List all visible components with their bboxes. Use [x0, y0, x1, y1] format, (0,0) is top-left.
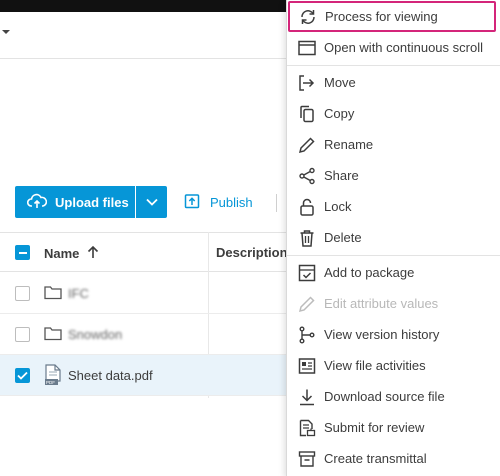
upload-files-label: Upload files — [55, 194, 129, 210]
upload-files-button[interactable]: Upload files — [15, 186, 135, 218]
row-label[interactable]: Snowdon — [68, 327, 122, 342]
menu-item-label: Add to package — [324, 265, 415, 280]
toolbar-divider — [276, 194, 277, 212]
column-name-label: Name — [44, 246, 80, 261]
menu-item-label: Process for viewing — [325, 9, 438, 24]
column-header-name[interactable]: Name — [44, 245, 99, 262]
menu-item-edit-attribute-values[interactable]: Edit attribute values — [287, 288, 500, 319]
pencil-icon — [297, 135, 317, 155]
arrow-up-icon — [87, 245, 99, 262]
menu-item-label: Submit for review — [324, 420, 425, 435]
svg-text:PDF: PDF — [46, 380, 55, 385]
package-icon — [297, 263, 317, 283]
menu-item-label: Delete — [324, 230, 362, 245]
version-tree-icon — [297, 325, 317, 345]
cloud-upload-icon — [26, 193, 48, 212]
row-label[interactable]: IFC — [68, 286, 89, 301]
download-icon — [297, 387, 317, 407]
menu-item-view-file-activities[interactable]: View file activities — [287, 350, 500, 381]
folder-icon — [44, 284, 62, 305]
publish-label: Publish — [210, 194, 253, 210]
publish-button[interactable]: Publish — [184, 186, 253, 218]
menu-divider — [287, 65, 500, 66]
menu-item-move[interactable]: Move — [287, 67, 500, 98]
row-checkbox[interactable] — [15, 327, 30, 342]
menu-item-copy[interactable]: Copy — [287, 98, 500, 129]
menu-item-label: View file activities — [324, 358, 426, 373]
menu-item-label: Open with continuous scroll — [324, 40, 483, 55]
menu-item-label: Download source file — [324, 389, 445, 404]
activity-icon — [297, 356, 317, 376]
menu-item-create-transmittal[interactable]: Create transmittal — [287, 443, 500, 474]
menu-item-label: View version history — [324, 327, 440, 342]
chevron-down-icon — [145, 193, 158, 211]
row-checkbox[interactable] — [15, 368, 30, 383]
trash-icon — [297, 228, 317, 248]
share-icon — [297, 166, 317, 186]
refresh-icon — [298, 7, 318, 27]
menu-divider — [287, 255, 500, 256]
caret-down-icon[interactable] — [2, 30, 10, 34]
row-label[interactable]: Sheet data.pdf — [68, 368, 153, 383]
menu-item-label: Copy — [324, 106, 355, 121]
lock-icon — [297, 197, 317, 217]
divider — [0, 58, 290, 59]
row-checkbox[interactable] — [15, 286, 30, 301]
context-menu: Process for viewing Open with continuous… — [286, 0, 500, 476]
transmittal-icon — [297, 449, 317, 469]
menu-item-delete[interactable]: Delete — [287, 222, 500, 253]
menu-item-label: Rename — [324, 137, 374, 152]
upload-options-button[interactable] — [136, 186, 167, 218]
menu-item-label: Share — [324, 168, 359, 183]
column-header-description[interactable]: Description — [216, 245, 288, 260]
menu-item-label: Move — [324, 75, 356, 90]
menu-item-lock[interactable]: Lock — [287, 191, 500, 222]
window-icon — [297, 38, 317, 58]
menu-item-open-continuous-scroll[interactable]: Open with continuous scroll — [287, 32, 500, 63]
folder-icon — [44, 325, 62, 346]
publish-icon — [184, 193, 200, 212]
menu-item-share[interactable]: Share — [287, 160, 500, 191]
menu-item-process-for-viewing[interactable]: Process for viewing — [288, 1, 496, 32]
menu-item-submit-for-review[interactable]: Submit for review — [287, 412, 500, 443]
copy-icon — [297, 104, 317, 124]
menu-item-download-source-file[interactable]: Download source file — [287, 381, 500, 412]
menu-item-label: Edit attribute values — [324, 296, 439, 311]
menu-item-view-version-history[interactable]: View version history — [287, 319, 500, 350]
pencil-icon — [297, 294, 317, 314]
move-icon — [297, 73, 317, 93]
menu-item-label: Lock — [324, 199, 352, 214]
menu-item-label: Create transmittal — [324, 451, 427, 466]
review-icon — [297, 418, 317, 438]
pdf-file-icon: PDF — [44, 364, 62, 391]
select-all-checkbox[interactable] — [15, 245, 30, 260]
menu-item-add-to-package[interactable]: Add to package — [287, 257, 500, 288]
menu-item-rename[interactable]: Rename — [287, 129, 500, 160]
